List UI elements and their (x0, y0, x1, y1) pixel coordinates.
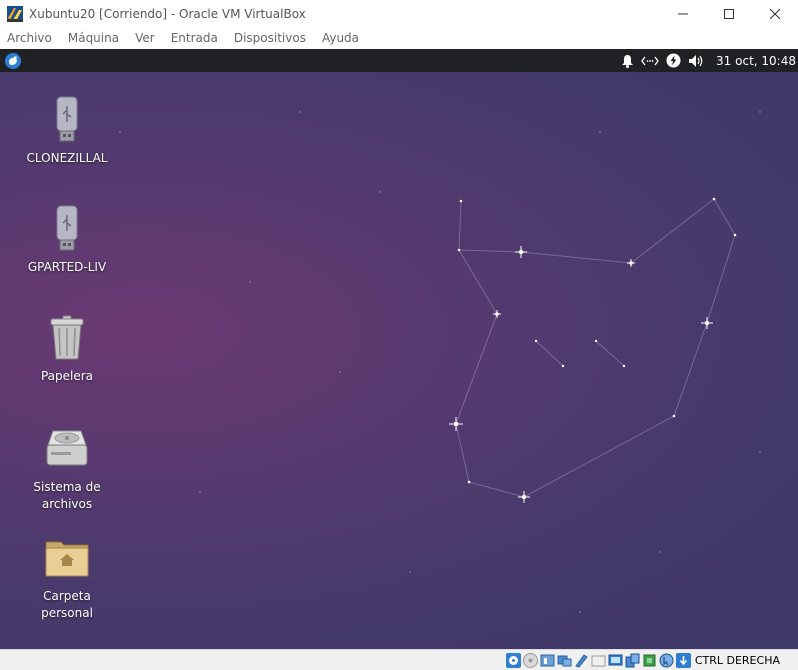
maximize-icon (724, 8, 734, 19)
display-icon[interactable] (608, 653, 623, 668)
menu-bar: Archivo Máquina Ver Entrada Dispositivos… (0, 27, 798, 49)
usb-drive-icon (43, 205, 91, 253)
bell-icon[interactable] (618, 49, 636, 72)
xfce-mouse-icon[interactable] (5, 52, 21, 69)
desktop-item-label: Carpeta personal (41, 589, 93, 620)
shared-folders-icon[interactable] (591, 653, 606, 668)
menu-ver[interactable]: Ver (129, 27, 161, 49)
menu-maquina[interactable]: Máquina (62, 27, 125, 49)
desktop-item-clonezillal[interactable]: CLONEZILLAL (17, 96, 117, 167)
window-title: Xubuntu20 [Corriendo] - Oracle VM Virtua… (29, 6, 306, 21)
desktop-item-sistema-de-archivos[interactable]: Sistema de archivos (17, 425, 117, 513)
minimize-button[interactable] (660, 0, 706, 27)
close-button[interactable] (752, 0, 798, 27)
network-icon[interactable] (641, 49, 659, 72)
menu-archivo[interactable]: Archivo (1, 27, 58, 49)
hard-drive-icon (43, 425, 91, 473)
network-icon[interactable] (557, 653, 572, 668)
guest-display[interactable]: 31 oct, 10:48 CLONEZILLAL GPARTED-LIV Pa… (0, 49, 798, 649)
video-capture-icon[interactable] (625, 653, 640, 668)
desktop-item-label: Sistema de archivos (33, 480, 101, 511)
volume-icon[interactable] (687, 49, 705, 72)
virtualbox-icon (7, 5, 23, 22)
desktop-item-papelera[interactable]: Papelera (17, 314, 117, 385)
constellation-wallpaper (119, 111, 761, 613)
audio-icon[interactable] (540, 653, 555, 668)
optical-drive-icon[interactable] (505, 652, 521, 668)
panel-clock[interactable]: 31 oct, 10:48 (716, 54, 796, 68)
usb-icon[interactable] (574, 653, 589, 668)
menu-entrada[interactable]: Entrada (165, 27, 224, 49)
window-title-bar: Xubuntu20 [Corriendo] - Oracle VM Virtua… (0, 0, 798, 27)
desktop-item-carpeta-personal[interactable]: Carpeta personal (17, 534, 117, 622)
home-folder-icon (43, 534, 91, 582)
minimize-icon (678, 13, 688, 14)
desktop-item-label: GPARTED-LIV (27, 260, 107, 274)
host-key-label: CTRL DERECHA (694, 653, 780, 667)
desktop-item-gparted-liv[interactable]: GPARTED-LIV (17, 205, 117, 276)
desktop-item-label: CLONEZILLAL (26, 151, 108, 165)
desktop-item-label: Papelera (40, 369, 94, 383)
trash-icon (43, 314, 91, 362)
power-icon[interactable] (664, 49, 682, 72)
desktop-background[interactable]: CLONEZILLAL GPARTED-LIV Papelera Sistema… (0, 72, 798, 649)
keyboard-icon[interactable] (675, 652, 691, 668)
usb-drive-icon (43, 96, 91, 144)
mouse-integration-icon[interactable] (659, 653, 674, 668)
close-icon (770, 8, 780, 19)
menu-dispositivos[interactable]: Dispositivos (228, 27, 312, 49)
xfce-top-panel: 31 oct, 10:48 (0, 49, 798, 72)
cpu-icon[interactable] (642, 653, 657, 668)
menu-ayuda[interactable]: Ayuda (316, 27, 365, 49)
hard-disk-icon[interactable] (522, 652, 538, 668)
virtualbox-status-bar: CTRL DERECHA (0, 649, 798, 670)
maximize-button[interactable] (706, 0, 752, 27)
